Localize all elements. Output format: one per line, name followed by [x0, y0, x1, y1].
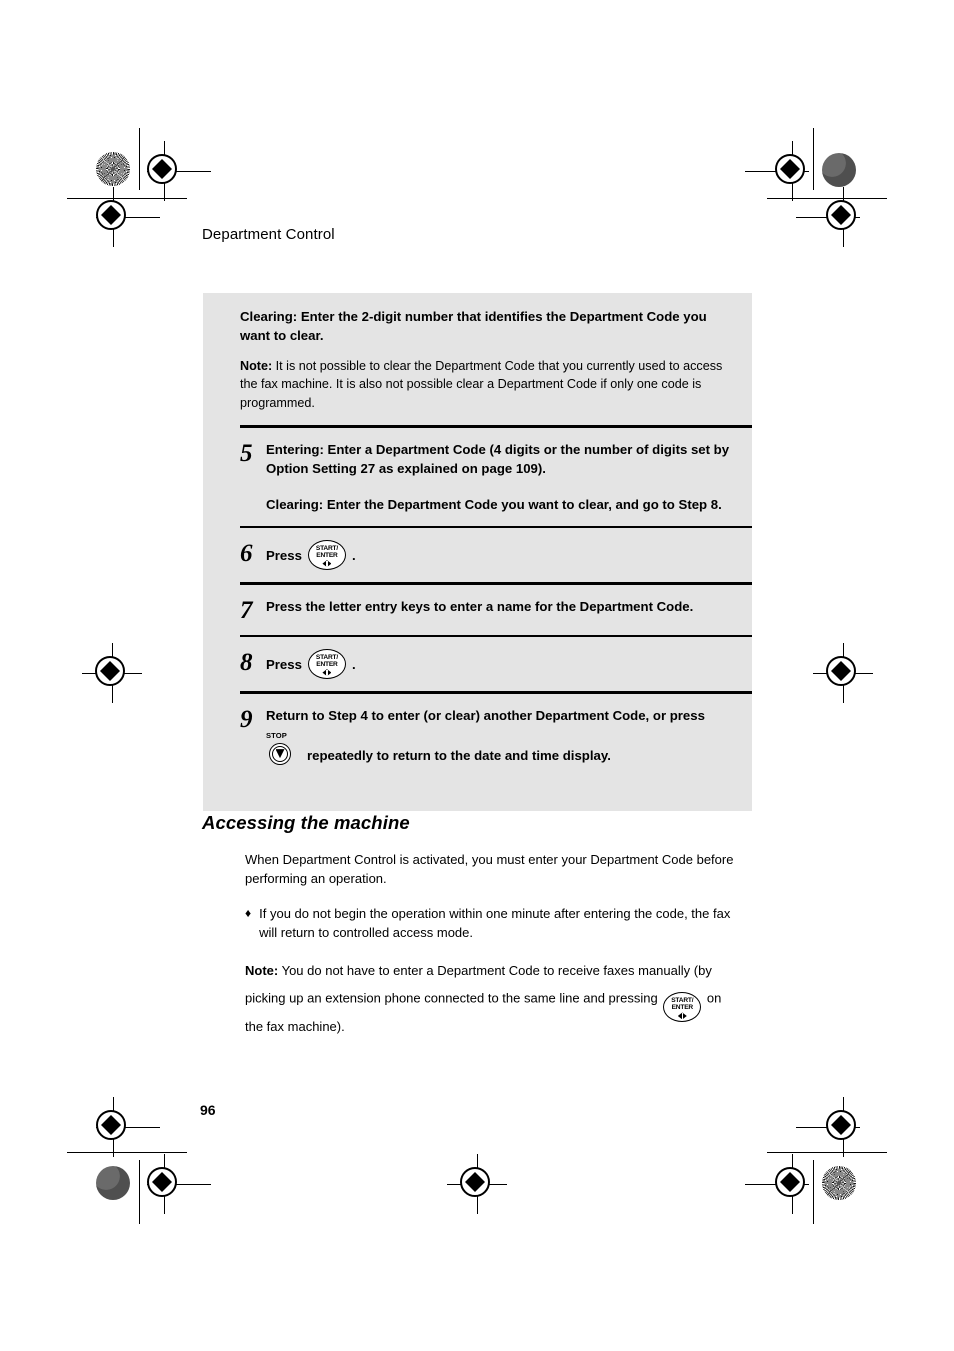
- registration-mark-right-lower: [796, 1097, 860, 1157]
- step-9-line-1: Return to Step 4 to enter (or clear) ano…: [266, 707, 705, 723]
- step-6-press-label: Press: [266, 547, 302, 563]
- step-8-press-line: Press START/ ENTER .: [266, 649, 740, 680]
- step-8-trailing-period: .: [351, 656, 356, 672]
- halftone-star-mark-top-left: [96, 152, 130, 186]
- step-6-trailing-period: .: [351, 547, 356, 563]
- step-body-9: Return to Step 4 to enter (or clear) ano…: [266, 706, 740, 767]
- step-row-9: 9 Return to Step 4 to enter (or clear) a…: [240, 694, 752, 811]
- trim-line-top-right-vertical: [813, 128, 814, 190]
- section-body: When Department Control is activated, yo…: [245, 850, 742, 1040]
- trim-line-bottom-right-vertical: [813, 1160, 814, 1224]
- page-number: 96: [200, 1102, 216, 1118]
- document-page: Department Control Clearing: Enter the 2…: [0, 0, 954, 1351]
- step-8-press-label: Press: [266, 656, 302, 672]
- step-5-paragraph-2: Clearing: Enter the Department Code you …: [266, 496, 722, 512]
- step-5-paragraph-1: Entering: Enter a Department Code (4 dig…: [266, 441, 730, 476]
- step-body-5: Entering: Enter a Department Code (4 dig…: [266, 440, 740, 514]
- registration-mark-left-middle: [82, 643, 142, 703]
- step-row-8: 8 Press START/ ENTER .: [240, 637, 752, 691]
- intro-heading: Clearing: Enter the 2-digit number that …: [240, 309, 707, 343]
- trim-line-right-bottom-horizontal: [767, 1152, 887, 1153]
- step-body-6: Press START/ ENTER .: [266, 540, 740, 571]
- section-note-label: Note:: [245, 963, 279, 979]
- step-9-line-2-row: STOP repeatedly to return to the date an…: [266, 731, 740, 767]
- step-body-7: Press the letter entry keys to enter a n…: [266, 597, 740, 616]
- registration-mark-right-middle: [813, 643, 873, 703]
- registration-mark-top-left: [147, 141, 211, 201]
- start-enter-key-line1: START/: [315, 654, 338, 662]
- step-number-5: 5: [240, 439, 253, 467]
- step-number-8: 8: [240, 649, 253, 677]
- stop-key-icon[interactable]: STOP: [266, 731, 300, 767]
- bullet-item-text: If you do not begin the operation within…: [259, 906, 731, 941]
- step-row-7: 7 Press the letter entry keys to enter a…: [240, 585, 752, 635]
- step-row-6: 6 Press START/ ENTER .: [240, 528, 752, 582]
- section-paragraph-1: When Department Control is activated, yo…: [245, 852, 734, 887]
- step-row-5: 5 Entering: Enter a Department Code (4 d…: [240, 428, 752, 526]
- start-enter-key-icon[interactable]: START/ENTER: [663, 992, 702, 1023]
- halftone-star-mark-bottom-right: [822, 1166, 856, 1200]
- trim-line-left-bottom-horizontal: [67, 1152, 187, 1153]
- trim-line-left-top-horizontal: [67, 198, 187, 199]
- registration-mark-top-right: [745, 141, 809, 201]
- start-enter-key-line1: START/: [671, 997, 694, 1005]
- trim-line-bottom-left-vertical: [139, 1160, 140, 1224]
- step-body-8: Press START/ ENTER .: [266, 649, 740, 680]
- start-enter-key-line1: START/: [315, 545, 338, 553]
- step-number-6: 6: [240, 540, 253, 568]
- section-note: Note: You do not have to enter a Departm…: [245, 958, 742, 1040]
- diamond-bullet-icon: ♦: [245, 906, 252, 921]
- start-enter-key-line2: ENTER: [671, 1004, 694, 1012]
- trim-line-right-top-horizontal: [767, 198, 887, 199]
- registration-mark-right-upper: [796, 187, 860, 247]
- registration-mark-bottom-center: [447, 1154, 507, 1214]
- start-enter-key-line2: ENTER: [316, 661, 338, 669]
- intro-note-text: It is not possible to clear the Departme…: [240, 359, 723, 410]
- intro-note: Note: It is not possible to clear the De…: [240, 357, 740, 412]
- step-6-press-line: Press START/ ENTER .: [266, 540, 740, 571]
- step-9-line-2-text: repeatedly to return to the date and tim…: [307, 747, 611, 763]
- start-enter-key-icon[interactable]: START/ ENTER: [307, 540, 346, 571]
- step-box-intro: Clearing: Enter the 2-digit number that …: [203, 293, 752, 425]
- registration-mark-left-lower: [96, 1097, 160, 1157]
- section-note-part-1: You do not have to enter a Department Co…: [245, 963, 712, 1006]
- start-enter-key-line2: ENTER: [316, 552, 338, 560]
- bullet-list-item: ♦ If you do not begin the operation with…: [245, 904, 742, 942]
- intro-note-label: Note:: [240, 359, 273, 373]
- trim-line-top-left-vertical: [139, 128, 140, 190]
- registration-mark-bottom-left: [147, 1154, 211, 1214]
- running-head: Department Control: [202, 226, 335, 243]
- halftone-solid-mark-bottom-left: [96, 1166, 130, 1200]
- section-title: Accessing the machine: [202, 812, 410, 833]
- registration-mark-bottom-right: [745, 1154, 809, 1214]
- stop-key-label: STOP: [266, 730, 287, 740]
- step-number-7: 7: [240, 596, 253, 624]
- registration-mark-left-upper: [96, 187, 160, 247]
- halftone-solid-mark-top-right: [822, 153, 856, 187]
- step-number-9: 9: [240, 705, 253, 733]
- step-7-paragraph-1: Press the letter entry keys to enter a n…: [266, 598, 694, 614]
- start-enter-key-icon[interactable]: START/ ENTER: [307, 649, 346, 680]
- procedure-step-box: Clearing: Enter the 2-digit number that …: [203, 293, 752, 811]
